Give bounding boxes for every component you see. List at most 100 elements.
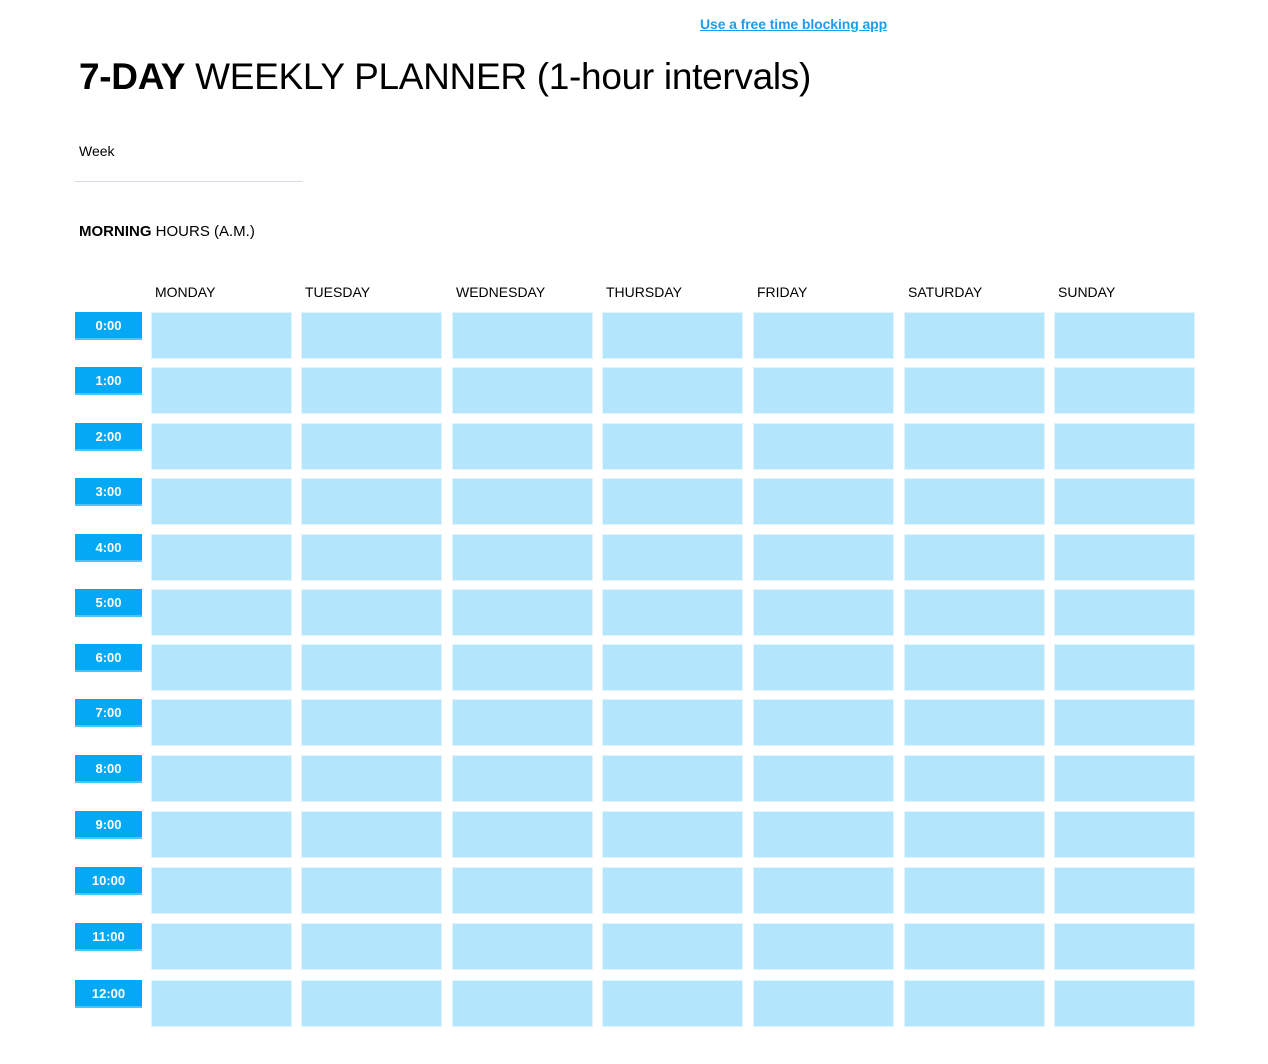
planner-cell-sunday[interactable] xyxy=(1054,478,1195,525)
planner-cell-friday[interactable] xyxy=(753,644,894,691)
planner-cell-wednesday[interactable] xyxy=(452,867,593,914)
planner-cell-saturday[interactable] xyxy=(904,923,1045,970)
planner-cell-monday[interactable] xyxy=(151,423,292,470)
planner-cell-tuesday[interactable] xyxy=(301,699,442,746)
planner-cell-saturday[interactable] xyxy=(904,534,1045,581)
planner-cell-thursday[interactable] xyxy=(602,867,743,914)
planner-cell-wednesday[interactable] xyxy=(452,755,593,802)
planner-cell-tuesday[interactable] xyxy=(301,867,442,914)
week-input-line[interactable] xyxy=(75,181,303,182)
time-blocking-app-link[interactable]: Use a free time blocking app xyxy=(700,16,887,32)
planner-cell-monday[interactable] xyxy=(151,534,292,581)
planner-cell-friday[interactable] xyxy=(753,699,894,746)
planner-cell-thursday[interactable] xyxy=(602,699,743,746)
planner-cell-friday[interactable] xyxy=(753,811,894,858)
planner-cell-saturday[interactable] xyxy=(904,867,1045,914)
planner-cell-wednesday[interactable] xyxy=(452,644,593,691)
planner-cell-sunday[interactable] xyxy=(1054,589,1195,636)
planner-cell-thursday[interactable] xyxy=(602,811,743,858)
planner-cell-tuesday[interactable] xyxy=(301,478,442,525)
day-header-thursday: THURSDAY xyxy=(606,284,682,300)
planner-cell-wednesday[interactable] xyxy=(452,589,593,636)
planner-cell-wednesday[interactable] xyxy=(452,367,593,414)
planner-cell-friday[interactable] xyxy=(753,923,894,970)
planner-cell-monday[interactable] xyxy=(151,312,292,359)
planner-cell-friday[interactable] xyxy=(753,867,894,914)
time-label: 4:00 xyxy=(75,534,142,562)
planner-cell-wednesday[interactable] xyxy=(452,534,593,581)
planner-cell-tuesday[interactable] xyxy=(301,423,442,470)
planner-cell-thursday[interactable] xyxy=(602,367,743,414)
planner-cell-wednesday[interactable] xyxy=(452,923,593,970)
planner-cell-friday[interactable] xyxy=(753,589,894,636)
planner-cell-tuesday[interactable] xyxy=(301,312,442,359)
planner-cell-friday[interactable] xyxy=(753,367,894,414)
planner-cell-saturday[interactable] xyxy=(904,811,1045,858)
planner-cell-thursday[interactable] xyxy=(602,923,743,970)
day-header-tuesday: TUESDAY xyxy=(305,284,371,300)
planner-cell-monday[interactable] xyxy=(151,980,292,1027)
time-label: 2:00 xyxy=(75,423,142,451)
planner-cell-sunday[interactable] xyxy=(1054,423,1195,470)
planner-cell-monday[interactable] xyxy=(151,367,292,414)
planner-cell-thursday[interactable] xyxy=(602,312,743,359)
planner-cell-tuesday[interactable] xyxy=(301,980,442,1027)
planner-cell-sunday[interactable] xyxy=(1054,980,1195,1027)
day-header-saturday: SATURDAY xyxy=(908,284,983,300)
planner-cell-sunday[interactable] xyxy=(1054,312,1195,359)
planner-cell-monday[interactable] xyxy=(151,699,292,746)
planner-cell-saturday[interactable] xyxy=(904,980,1045,1027)
planner-cell-tuesday[interactable] xyxy=(301,644,442,691)
planner-cell-wednesday[interactable] xyxy=(452,478,593,525)
planner-cell-saturday[interactable] xyxy=(904,699,1045,746)
planner-cell-wednesday[interactable] xyxy=(452,312,593,359)
planner-cell-saturday[interactable] xyxy=(904,423,1045,470)
planner-cell-sunday[interactable] xyxy=(1054,867,1195,914)
planner-cell-monday[interactable] xyxy=(151,923,292,970)
planner-cell-tuesday[interactable] xyxy=(301,589,442,636)
planner-cell-saturday[interactable] xyxy=(904,312,1045,359)
planner-cell-thursday[interactable] xyxy=(602,755,743,802)
planner-cell-wednesday[interactable] xyxy=(452,699,593,746)
planner-cell-saturday[interactable] xyxy=(904,478,1045,525)
planner-cell-thursday[interactable] xyxy=(602,980,743,1027)
planner-cell-wednesday[interactable] xyxy=(452,423,593,470)
planner-cell-saturday[interactable] xyxy=(904,644,1045,691)
planner-cell-tuesday[interactable] xyxy=(301,811,442,858)
planner-cell-sunday[interactable] xyxy=(1054,534,1195,581)
planner-cell-saturday[interactable] xyxy=(904,755,1045,802)
planner-cell-saturday[interactable] xyxy=(904,589,1045,636)
planner-cell-friday[interactable] xyxy=(753,423,894,470)
planner-cell-thursday[interactable] xyxy=(602,423,743,470)
planner-cell-sunday[interactable] xyxy=(1054,755,1195,802)
planner-cell-sunday[interactable] xyxy=(1054,699,1195,746)
planner-cell-thursday[interactable] xyxy=(602,534,743,581)
planner-cell-tuesday[interactable] xyxy=(301,534,442,581)
planner-cell-thursday[interactable] xyxy=(602,589,743,636)
planner-cell-thursday[interactable] xyxy=(602,478,743,525)
planner-cell-tuesday[interactable] xyxy=(301,755,442,802)
planner-cell-monday[interactable] xyxy=(151,811,292,858)
planner-cell-sunday[interactable] xyxy=(1054,644,1195,691)
planner-cell-tuesday[interactable] xyxy=(301,923,442,970)
planner-cell-tuesday[interactable] xyxy=(301,367,442,414)
planner-cell-monday[interactable] xyxy=(151,589,292,636)
planner-cell-monday[interactable] xyxy=(151,867,292,914)
planner-cell-monday[interactable] xyxy=(151,755,292,802)
planner-cell-monday[interactable] xyxy=(151,478,292,525)
planner-cell-monday[interactable] xyxy=(151,644,292,691)
time-label: 8:00 xyxy=(75,755,142,783)
planner-cell-friday[interactable] xyxy=(753,312,894,359)
planner-cell-friday[interactable] xyxy=(753,478,894,525)
time-label: 3:00 xyxy=(75,478,142,506)
planner-cell-friday[interactable] xyxy=(753,980,894,1027)
planner-cell-sunday[interactable] xyxy=(1054,923,1195,970)
planner-cell-saturday[interactable] xyxy=(904,367,1045,414)
planner-cell-friday[interactable] xyxy=(753,755,894,802)
planner-cell-thursday[interactable] xyxy=(602,644,743,691)
planner-cell-sunday[interactable] xyxy=(1054,811,1195,858)
planner-cell-sunday[interactable] xyxy=(1054,367,1195,414)
planner-cell-friday[interactable] xyxy=(753,534,894,581)
planner-cell-wednesday[interactable] xyxy=(452,980,593,1027)
planner-cell-wednesday[interactable] xyxy=(452,811,593,858)
